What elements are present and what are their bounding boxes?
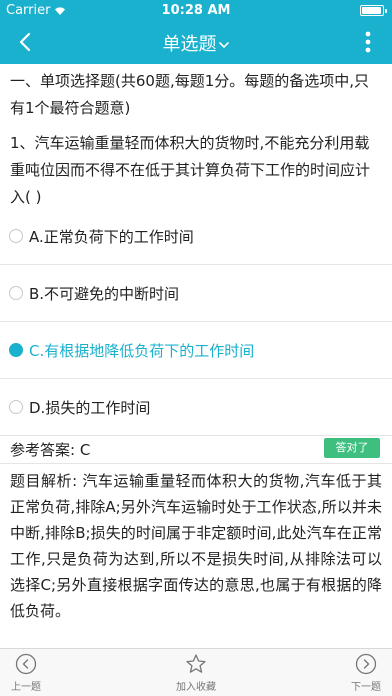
vertical-dots-icon[interactable] [358, 28, 378, 56]
question-text: 1、汽车运输重量轻而体积大的货物时,不能充分利用载重吨位因而不得不在低于其计算负… [10, 134, 371, 206]
radio-selected-icon [9, 343, 23, 357]
next-question-button[interactable]: 下一题 [326, 653, 392, 696]
option-label: C.有根据地降低负荷下的工作时间 [29, 341, 255, 360]
answer-analysis: 题目解析: 汽车运输重量轻而体积大的货物,汽车低于其正常负荷,排除A;另外汽车运… [10, 472, 382, 620]
section-intro: 一、单项选择题(共60题,每题1分。每题的备选项中,只有1个最符合题意) [10, 72, 370, 117]
reference-answer: 参考答案: C [10, 441, 91, 459]
question-type-dropdown[interactable]: 单选题 [0, 30, 392, 56]
star-icon [186, 654, 206, 673]
add-favorite-button[interactable]: 加入收藏 [156, 653, 236, 696]
circle-chevron-right-icon [355, 653, 377, 675]
answer-row: 参考答案: C 答对了 [0, 434, 392, 464]
tab-label: 下一题 [351, 682, 381, 693]
tab-label: 上一题 [11, 682, 41, 693]
radio-icon [9, 400, 23, 414]
battery-icon [360, 5, 387, 16]
option-label: A.正常负荷下的工作时间 [29, 227, 194, 246]
circle-chevron-left-icon [15, 653, 37, 675]
nav-bar: 单选题 [0, 20, 392, 64]
radio-icon [9, 286, 23, 300]
status-time: 10:28 AM [161, 3, 231, 18]
tab-label: 加入收藏 [176, 682, 216, 693]
option-d[interactable]: D.损失的工作时间 [0, 379, 392, 436]
previous-question-button[interactable]: 上一题 [0, 653, 66, 696]
question-content: 一、单项选择题(共60题,每题1分。每题的备选项中,只有1个最符合题意) 1、汽… [0, 64, 392, 221]
page-title: 单选题 [162, 34, 217, 55]
radio-icon [9, 229, 23, 243]
option-c[interactable]: C.有根据地降低负荷下的工作时间 [0, 322, 392, 379]
correct-badge: 答对了 [324, 438, 380, 458]
option-label: B.不可避免的中断时间 [29, 284, 180, 303]
option-b[interactable]: B.不可避免的中断时间 [0, 265, 392, 322]
chevron-down-icon [218, 42, 229, 49]
option-a[interactable]: A.正常负荷下的工作时间 [0, 208, 392, 265]
bottom-tab-bar: 上一题 加入收藏 下一题 [0, 648, 392, 696]
option-label: D.损失的工作时间 [29, 398, 151, 417]
status-bar: Carrier 10:28 AM [0, 0, 392, 20]
